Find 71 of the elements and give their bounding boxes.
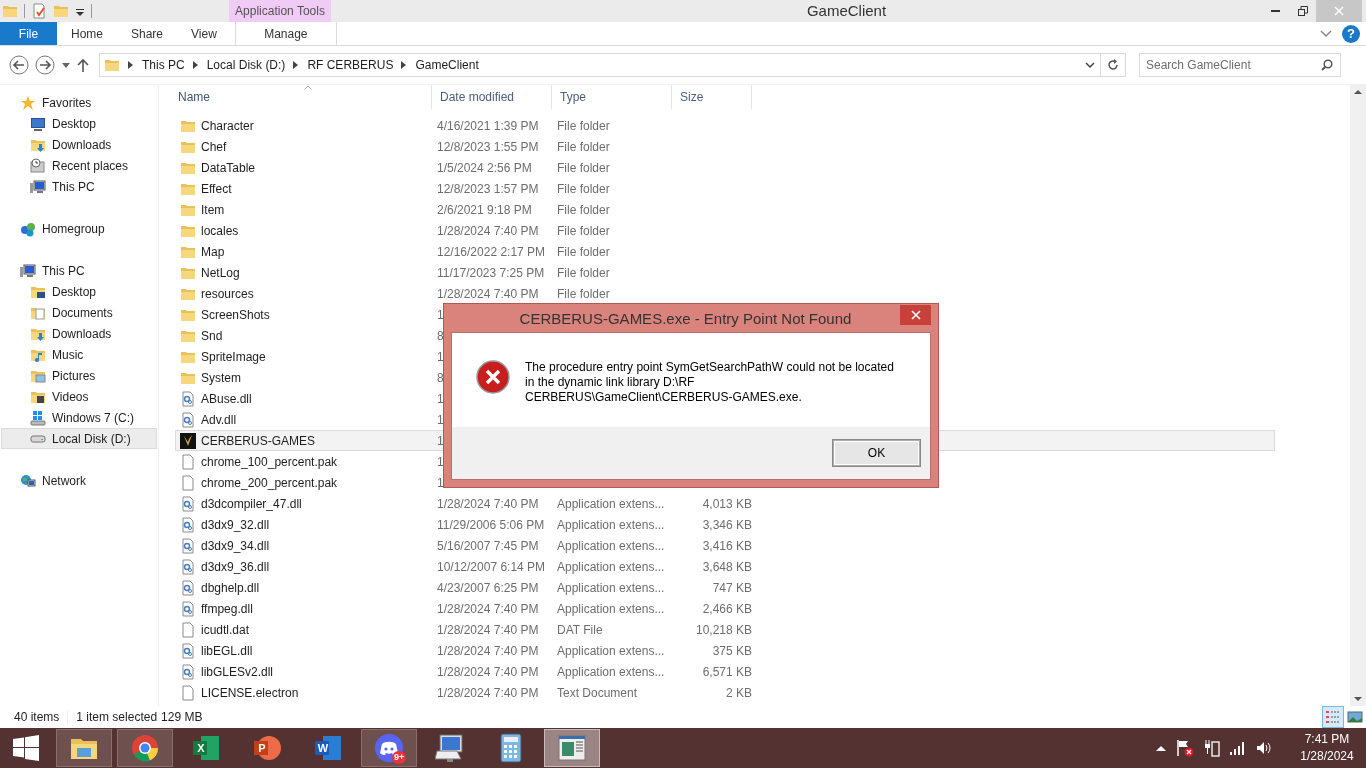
notification-badge: 9+	[392, 751, 407, 764]
date-modified: 8	[437, 328, 444, 343]
file-size: 2,466 KB	[702, 601, 752, 616]
file-type: File folder	[557, 139, 610, 154]
date-modified: 1	[437, 475, 444, 490]
date-modified: 11/29/2006 5:06 PM	[437, 517, 545, 532]
date-modified: 1/28/2024 7:40 PM	[437, 664, 539, 679]
file-type: File folder	[557, 286, 610, 301]
date-modified: 12/16/2022 2:17 PM	[437, 244, 546, 259]
context-tab-group: Application Tools	[229, 0, 331, 22]
file-size: 6,571 KB	[702, 664, 752, 679]
file-size: 3,346 KB	[702, 517, 752, 532]
file-type: Application extens...	[557, 664, 665, 679]
file-type: File folder	[557, 181, 610, 196]
date-modified: 1/28/2024 7:40 PM	[437, 286, 539, 301]
file-type: Application extens...	[557, 496, 665, 511]
date-modified: 12/8/2023 1:57 PM	[437, 181, 539, 196]
date-modified: 1/5/2024 2:56 PM	[437, 160, 532, 175]
clock-time: 7:41 PM	[1304, 731, 1350, 748]
selection-size: 129 MB	[161, 710, 204, 724]
file-size: 3,648 KB	[702, 559, 752, 574]
date-modified: 1	[437, 412, 444, 427]
selection-count: 1 item selected	[67, 710, 162, 724]
app-letter: P	[257, 741, 267, 755]
file-size: 4,013 KB	[702, 496, 752, 511]
date-modified: 1	[437, 349, 444, 364]
date-modified: 1/28/2024 7:40 PM	[437, 496, 539, 511]
file-type: File folder	[557, 244, 610, 259]
file-type: Application extens...	[557, 601, 665, 616]
app-letter: X	[196, 741, 206, 755]
file-size: 747 KB	[712, 580, 752, 595]
file-type: Application extens...	[557, 538, 665, 553]
date-modified: 11/17/2023 7:25 PM	[437, 265, 545, 280]
file-name: CERBERUS-GAMES	[201, 433, 316, 448]
item-count: 40 items	[14, 710, 61, 724]
date-modified: 1/28/2024 7:40 PM	[437, 685, 539, 700]
date-modified: 1	[437, 307, 444, 322]
file-type: File folder	[557, 118, 610, 133]
file-type: File folder	[557, 223, 610, 238]
file-type: Application extens...	[557, 580, 665, 595]
date-modified: 5/16/2007 7:45 PM	[437, 538, 539, 553]
file-type: Text Document	[557, 685, 638, 700]
clock-date: 1/28/2024	[1300, 748, 1354, 765]
app-letter: W	[316, 741, 330, 755]
date-modified: 1/28/2024 7:40 PM	[437, 622, 539, 637]
date-modified: 1/28/2024 7:40 PM	[437, 223, 539, 238]
file-size: 375 KB	[712, 643, 752, 658]
error-message: The procedure entry point SymGetSearchPathW could not be located in the dynamic link library D:\RF CERBERUS\GameClient\CERBERUS-GAMES.exe.	[525, 360, 895, 405]
date-modified: 1/28/2024 7:40 PM	[437, 643, 539, 658]
date-modified: 1	[437, 391, 444, 406]
file-size: 3,416 KB	[702, 538, 752, 553]
file-type: Application extens...	[557, 559, 665, 574]
date-modified: 1/28/2024 7:40 PM	[437, 601, 539, 616]
file-type: DAT File	[557, 622, 603, 637]
date-modified: 4/16/2021 1:39 PM	[437, 118, 539, 133]
date-modified: 1	[437, 433, 444, 448]
file-type: Application extens...	[557, 517, 665, 532]
date-modified: 12/8/2023 1:55 PM	[437, 139, 539, 154]
file-size: 10,218 KB	[695, 622, 752, 637]
date-modified: 4/23/2007 6:25 PM	[437, 580, 539, 595]
date-modified: 2/6/2021 9:18 PM	[437, 202, 532, 217]
window-title: GameClient	[805, 1, 888, 21]
file-type: File folder	[557, 265, 610, 280]
file-type: File folder	[557, 202, 610, 217]
file-type: File folder	[557, 160, 610, 175]
date-modified: 10/12/2007 6:14 PM	[437, 559, 546, 574]
file-size: 2 KB	[726, 685, 752, 700]
date-modified: 1	[437, 454, 444, 469]
date-modified: 8	[437, 370, 444, 385]
file-type: Application extens...	[557, 643, 665, 658]
dialog-title: CERBERUS-GAMES.exe - Entry Point Not Found	[518, 309, 853, 327]
